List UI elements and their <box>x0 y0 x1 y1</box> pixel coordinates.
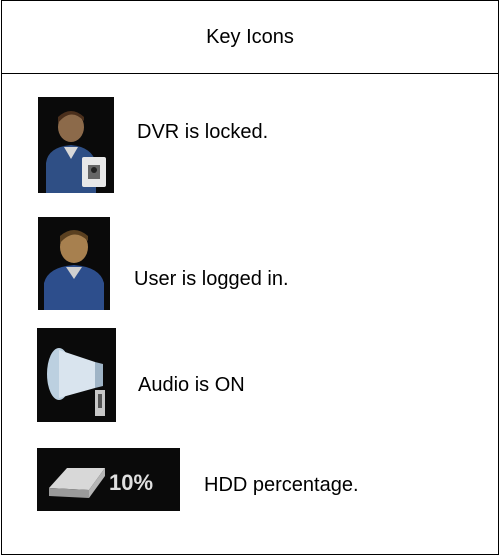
user-icon <box>38 217 110 310</box>
speaker-icon <box>37 328 116 422</box>
header-title: Key Icons <box>206 25 294 48</box>
hdd-icon: 10% <box>37 448 180 511</box>
row-label-audio-on: Audio is ON <box>138 374 245 396</box>
row-label-dvr-locked: DVR is locked. <box>137 121 269 143</box>
user-lock-icon <box>38 97 114 193</box>
hdd-percentage-badge: 10% <box>109 470 153 495</box>
row-label-user-logged-in: User is logged in. <box>134 268 289 290</box>
row-label-hdd-percentage: HDD percentage. <box>204 474 359 496</box>
table-header: Key Icons <box>2 1 498 74</box>
